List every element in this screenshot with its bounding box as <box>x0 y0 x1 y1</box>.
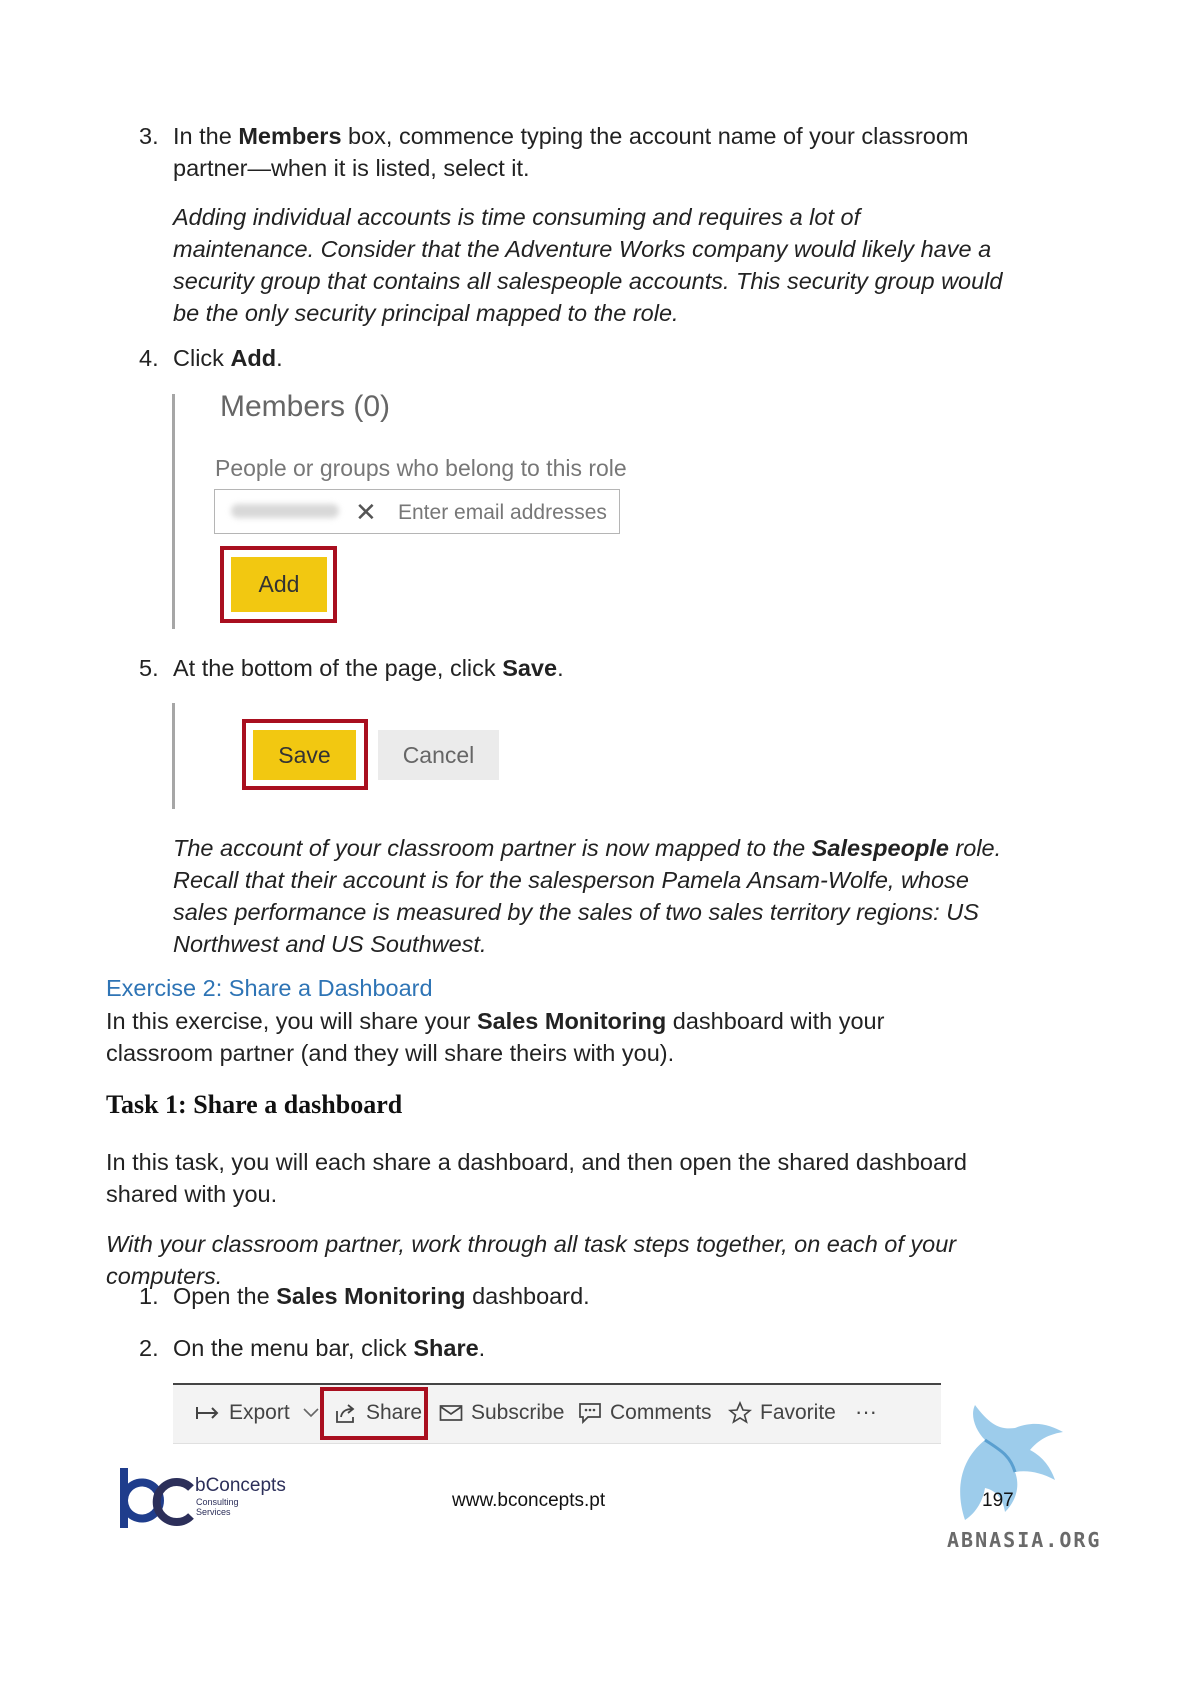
subscribe-label: Subscribe <box>471 1401 565 1424</box>
screenshot-border <box>172 394 175 629</box>
subscribe-menu[interactable]: Subscribe <box>439 1401 564 1425</box>
members-title: Members (0) <box>220 390 391 423</box>
task-step-1-text: Open the Sales Monitoring dashboard. <box>173 1283 590 1309</box>
more-options-icon[interactable]: ··· <box>855 1399 877 1425</box>
bconcepts-logo-icon <box>120 1468 194 1528</box>
comments-menu[interactable]: Comments <box>578 1401 712 1425</box>
comment-icon <box>579 1403 601 1424</box>
task-intro: In this task, you will each share a dash… <box>106 1149 967 1207</box>
step-3-text: In the Members box, commence typing the … <box>173 123 969 181</box>
export-arrow-icon <box>196 1407 219 1419</box>
chevron-down-icon <box>303 1408 319 1418</box>
brand-sub: Consulting Services <box>196 1497 239 1517</box>
export-label: Export <box>229 1401 290 1424</box>
comments-label: Comments <box>610 1401 712 1424</box>
footer-url[interactable]: www.bconcepts.pt <box>452 1490 605 1512</box>
exercise-heading: Exercise 2: Share a Dashboard <box>106 975 433 1001</box>
star-icon <box>728 1401 752 1424</box>
blurred-member-chip <box>231 504 339 518</box>
step-4-text: Click Add. <box>173 345 283 371</box>
step-5-text: At the bottom of the page, click Save. <box>173 655 564 681</box>
exercise-intro: In this exercise, you will share your Sa… <box>106 1008 885 1066</box>
members-subtitle: People or groups who belong to this role <box>215 455 627 481</box>
task-step-2-text: On the menu bar, click Share. <box>173 1335 486 1361</box>
note-account-mapped: The account of your classroom partner is… <box>173 835 1002 957</box>
favorite-menu[interactable]: Favorite <box>728 1401 836 1425</box>
note-individual-accounts: Adding individual accounts is time consu… <box>173 204 1003 326</box>
menu-toolbar: Export Share Subscribe Comments Favorite… <box>173 1383 941 1444</box>
add-button[interactable]: Add <box>231 557 327 612</box>
task-title: Task 1: Share a dashboard <box>106 1090 403 1119</box>
save-button[interactable]: Save <box>253 730 356 780</box>
remove-member-icon[interactable]: ✕ <box>355 499 377 525</box>
favorite-label: Favorite <box>760 1401 836 1424</box>
step-4-number: 4. <box>139 345 159 371</box>
page-number: 197 <box>982 1490 1014 1511</box>
envelope-icon <box>439 1405 463 1421</box>
step-3-number: 3. <box>139 123 159 149</box>
task-step-1-number: 1. <box>139 1283 159 1309</box>
watermark-text: ABNASIA.ORG <box>947 1528 1102 1552</box>
share-highlight-box <box>320 1387 428 1440</box>
bconcepts-logo <box>117 1466 195 1530</box>
task-step-2-number: 2. <box>139 1335 159 1361</box>
cancel-button[interactable]: Cancel <box>378 730 499 780</box>
brand-name: bConcepts <box>195 1475 286 1496</box>
email-input-placeholder[interactable]: Enter email addresses <box>398 501 607 525</box>
members-email-box[interactable]: ✕ Enter email addresses <box>214 489 620 534</box>
step-5-number: 5. <box>139 655 159 681</box>
export-menu[interactable]: Export <box>195 1401 320 1425</box>
screenshot-border-2 <box>172 703 175 809</box>
